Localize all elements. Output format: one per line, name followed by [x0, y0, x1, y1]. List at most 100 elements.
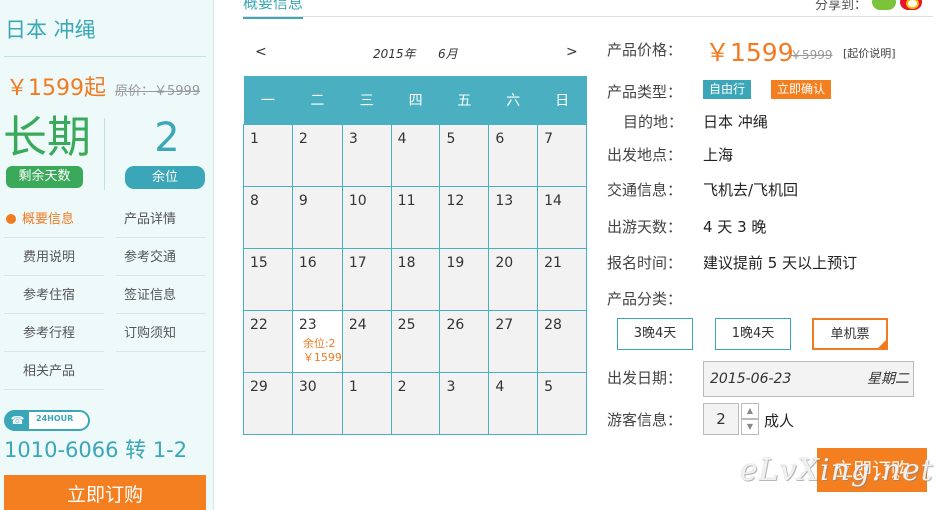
nav-item-transport[interactable]: 参考交通 — [124, 239, 176, 277]
divider — [4, 275, 104, 276]
calendar-day: 5 — [537, 371, 587, 435]
calendar-day: 4 — [488, 371, 539, 435]
price-label: 产品价格： — [607, 41, 683, 59]
weekday-header: 二 — [292, 76, 343, 124]
departure-date-field[interactable]: 2015-06-23 星期二 — [703, 361, 914, 397]
category-option-1n4d[interactable]: 1晚4天 — [715, 318, 791, 350]
calendar-day: 18 — [390, 247, 441, 311]
calendar-day: 3 — [439, 371, 490, 435]
price-note-link[interactable]: [起价说明] — [843, 45, 896, 61]
calendar-grid: 一 二 三 四 五 六 日 1 2 3 4 5 6 7 8 9 10 11 12… — [243, 76, 587, 435]
calendar-week-row: 29 30 1 2 3 4 5 — [243, 371, 587, 435]
adult-quantity-input[interactable]: 2 — [703, 403, 739, 435]
calendar-day: 1 — [341, 371, 392, 435]
calendar-day: 20 — [488, 247, 539, 311]
divider — [4, 351, 104, 352]
calendar-day: 5 — [439, 123, 490, 187]
departure-date-value: 2015-06-23 — [710, 371, 792, 387]
nav-item-fees[interactable]: 费用说明 — [23, 239, 75, 277]
category-option-flight-only[interactable]: 单机票 — [812, 318, 888, 350]
calendar-next-button[interactable]: > — [566, 44, 578, 60]
weibo-icon[interactable] — [900, 0, 922, 10]
duration-label: 出游天数： — [607, 218, 683, 236]
calendar-prev-button[interactable]: < — [255, 44, 267, 60]
calendar-day: 22 — [243, 309, 293, 373]
destination-value: 日本 冲绳 — [703, 113, 768, 131]
calendar-day: 28 — [537, 309, 587, 373]
duration-value: 4 天 3 晚 — [703, 218, 767, 236]
phone-icon: ☎ — [6, 410, 29, 431]
remaining-days-badge: 剩余天数 — [6, 166, 83, 188]
signup-label: 报名时间： — [607, 254, 683, 272]
calendar-week-row: 1 2 3 4 5 6 7 — [243, 123, 587, 187]
quantity-unit: 成人 — [764, 412, 795, 430]
calendar-day: 24 — [341, 309, 392, 373]
sidebar-book-button[interactable]: 立即订购 — [4, 475, 206, 510]
weekday-header: 日 — [537, 76, 587, 124]
category-option-3n4d[interactable]: 3晚4天 — [617, 318, 693, 350]
date-label: 出发日期： — [607, 369, 683, 387]
signup-value: 建议提前 5 天以上预订 — [703, 254, 858, 272]
tourist-label: 游客信息： — [607, 411, 683, 429]
weekday-header: 六 — [488, 76, 538, 124]
nav-item-itinerary[interactable]: 参考行程 — [23, 315, 75, 353]
divider — [116, 237, 206, 238]
nav-item-visa[interactable]: 签证信息 — [124, 277, 176, 315]
quantity-up-icon[interactable]: ▲ — [741, 403, 759, 419]
sidebar-price: ￥1599起 — [6, 76, 106, 101]
divider — [4, 313, 104, 314]
sidebar: 日本 冲绳 ￥1599起 原价：￥5999 长期 2 剩余天数 余位 概要信息 … — [0, 0, 214, 510]
divider — [116, 351, 206, 352]
departure-weekday: 星期二 — [867, 371, 909, 387]
calendar-day: 11 — [390, 185, 441, 249]
divider — [243, 16, 933, 17]
remaining-seats-badge: 余位 — [125, 166, 205, 189]
active-dot-icon — [6, 214, 16, 224]
calendar-day: 10 — [341, 185, 392, 249]
original-price: ￥5999 — [790, 48, 833, 62]
calendar-day: 6 — [488, 123, 539, 187]
calendar-day: 8 — [243, 185, 293, 249]
nav-item-hotel[interactable]: 参考住宿 — [23, 277, 75, 315]
calendar-day-seats: 余位:2 — [302, 336, 336, 350]
wechat-icon[interactable] — [872, 0, 896, 10]
phone-badge: ☎ 24HOUR — [4, 410, 90, 431]
price-value: ￥1599 — [705, 38, 794, 67]
divider — [116, 275, 206, 276]
quantity-down-icon[interactable]: ▼ — [741, 419, 759, 435]
nav-item-related[interactable]: 相关产品 — [23, 353, 75, 391]
sidebar-original-price: 原价：￥5999 — [115, 84, 201, 99]
calendar-week-row: 22 23 余位:2 ￥1599 24 25 26 27 28 — [243, 309, 587, 373]
calendar-day: 17 — [341, 247, 392, 311]
calendar-day: 2 — [390, 371, 441, 435]
calendar-day: 21 — [537, 247, 587, 311]
calendar-day: 29 — [243, 371, 293, 435]
traffic-value: 飞机去/飞机回 — [703, 181, 799, 199]
tag-instant-confirm: 立即确认 — [771, 80, 832, 99]
calendar-day: 2 — [291, 123, 343, 187]
remaining-seats-value: 2 — [154, 115, 180, 161]
weekday-header: 四 — [391, 76, 440, 124]
sidebar-title: 日本 冲绳 — [5, 18, 96, 42]
watermark: eLvXing.net — [740, 453, 934, 488]
calendar-day: 4 — [390, 123, 441, 187]
calendar-day: 27 — [488, 309, 539, 373]
type-label: 产品类型： — [607, 83, 683, 101]
phone-badge-label: 24HOUR — [36, 414, 74, 423]
calendar-day: 16 — [291, 247, 343, 311]
nav-item-details[interactable]: 产品详情 — [124, 201, 176, 239]
calendar-day: 26 — [439, 309, 490, 373]
phone-number: 1010-6066 转 1-2 — [4, 438, 188, 462]
calendar-day-available[interactable]: 23 余位:2 ￥1599 — [291, 309, 343, 373]
calendar-month: 6月 — [438, 47, 458, 61]
nav-item-overview[interactable]: 概要信息 — [6, 201, 74, 239]
calendar-day: 25 — [390, 309, 441, 373]
remaining-days-value: 长期 — [3, 112, 91, 163]
calendar-day: 9 — [291, 185, 343, 249]
nav-label: 概要信息 — [22, 212, 75, 227]
calendar-day: 3 — [341, 123, 392, 187]
weekday-header: 一 — [243, 76, 293, 124]
nav-item-booking-notes[interactable]: 订购须知 — [124, 315, 176, 353]
traffic-label: 交通信息： — [607, 181, 683, 199]
divider — [116, 313, 206, 314]
